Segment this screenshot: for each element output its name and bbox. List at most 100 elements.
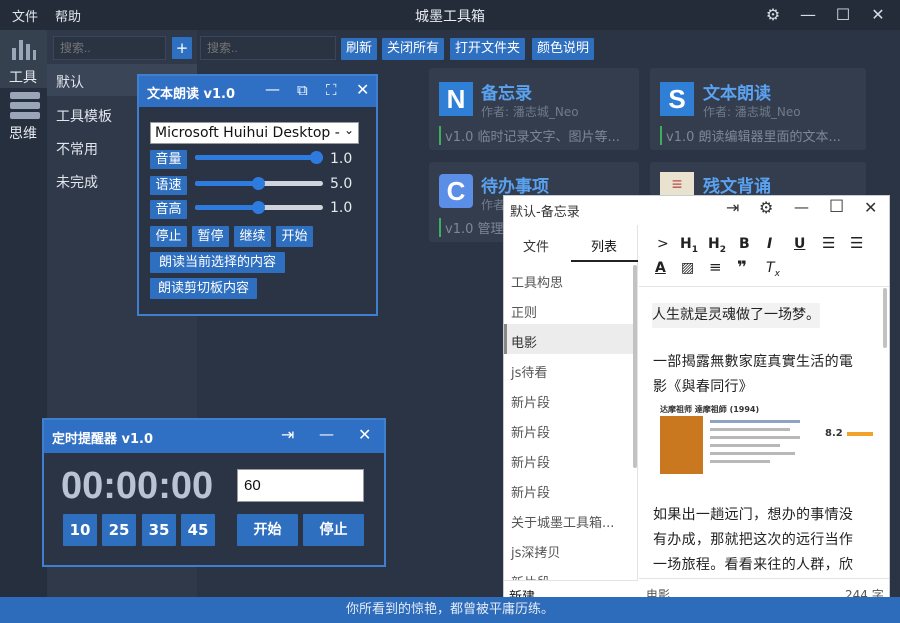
refresh-button[interactable]: 刷新 xyxy=(341,38,378,60)
close-icon[interactable]: ✕ xyxy=(358,425,371,444)
quote-icon[interactable]: ❞ xyxy=(737,258,747,278)
minimize-icon[interactable]: — xyxy=(319,425,334,443)
movie-caption: 达摩祖师 達摩祖師 (1994) xyxy=(660,405,760,414)
list-item[interactable]: 工具构思 xyxy=(511,272,563,291)
tts-stop-button[interactable]: 停止 xyxy=(150,226,187,247)
list-item[interactable]: 新片段 xyxy=(511,392,550,411)
tts-pause-button[interactable]: 暂停 xyxy=(192,226,229,247)
memo-tab-list[interactable]: 列表 xyxy=(591,236,617,255)
card-author: 作者: 潘志城_Neo xyxy=(481,105,579,119)
pin-icon[interactable]: ⇥ xyxy=(726,198,739,217)
list-item-clip: 新片段 xyxy=(504,568,634,580)
card-desc: v1.0 朗读编辑器里面的文本... xyxy=(660,126,841,145)
pin-icon[interactable]: ⇥ xyxy=(281,425,294,444)
card-author: 作者 xyxy=(481,198,506,212)
list-item[interactable]: 新片段 xyxy=(511,482,550,501)
maximize-icon[interactable]: ☐ xyxy=(829,197,844,217)
preset-button[interactable]: 45 xyxy=(181,514,215,546)
voice-select[interactable]: Microsoft Huihui Desktop - xyxy=(150,122,359,144)
blockquote-arrow-icon[interactable]: > xyxy=(657,236,669,252)
editor-line: 影《與春同行》 xyxy=(653,379,754,395)
category-item[interactable]: 未完成 xyxy=(56,172,98,192)
preset-button[interactable]: 10 xyxy=(63,514,97,546)
rail-tools-label[interactable]: 工具 xyxy=(9,67,37,87)
tts-start-button[interactable]: 开始 xyxy=(276,226,313,247)
card-title: 文本朗读 xyxy=(703,84,771,104)
category-item[interactable]: 不常用 xyxy=(56,139,98,159)
heading1-icon[interactable]: H1 xyxy=(680,236,698,255)
minimize-icon[interactable]: — xyxy=(265,80,280,98)
preset-button[interactable]: 25 xyxy=(102,514,136,546)
stack-icon xyxy=(10,92,40,119)
minimize-icon[interactable]: — xyxy=(796,4,820,26)
editor-scrollbar[interactable] xyxy=(883,288,887,348)
read-selection-button[interactable]: 朗读当前选择的内容 xyxy=(150,252,285,273)
category-item[interactable]: 工具模板 xyxy=(56,106,112,126)
movie-info-line xyxy=(710,428,790,431)
card-desc: v1.0 临时记录文字、图片等... xyxy=(439,126,620,145)
menu-help[interactable]: 帮助 xyxy=(55,6,81,25)
movie-info-line xyxy=(710,460,770,463)
slider-thumb[interactable] xyxy=(310,151,323,164)
font-color-icon[interactable]: A xyxy=(655,260,666,276)
movie-score: 8.2 xyxy=(825,428,843,439)
rail-mind-label[interactable]: 思维 xyxy=(9,123,37,143)
editor-line: 一场旅程。看看来往的人群，欣 xyxy=(653,557,854,573)
preset-button[interactable]: 35 xyxy=(142,514,176,546)
unordered-list-icon[interactable]: ☰ xyxy=(850,234,863,252)
timer-start-button[interactable]: 开始 xyxy=(237,514,298,546)
list-item[interactable]: js深拷贝 xyxy=(511,542,560,561)
fullscreen-icon[interactable]: ⛶ xyxy=(326,81,337,99)
pitch-label: 音高 xyxy=(150,200,187,219)
list-item[interactable]: 新片段 xyxy=(511,422,550,441)
list-item[interactable]: 正则 xyxy=(511,302,537,321)
settings-gear-icon[interactable]: ⚙ xyxy=(761,4,785,26)
memo-tab-file[interactable]: 文件 xyxy=(523,236,549,255)
volume-value: 1.0 xyxy=(330,151,353,167)
ordered-list-icon[interactable]: ☰ xyxy=(822,234,835,252)
maximize-icon[interactable]: ☐ xyxy=(831,4,855,26)
slider-thumb[interactable] xyxy=(252,177,265,190)
menu-file[interactable]: 文件 xyxy=(12,6,38,25)
category-search-input[interactable] xyxy=(53,36,166,60)
add-category-button[interactable]: + xyxy=(172,37,192,59)
close-all-button[interactable]: 关闭所有 xyxy=(382,38,445,60)
list-item[interactable]: 关于城墨工具箱... xyxy=(511,512,614,531)
slider-thumb[interactable] xyxy=(252,201,265,214)
editor-content[interactable]: 人生就是灵魂做了一场梦。 xyxy=(652,303,880,328)
close-icon[interactable]: ✕ xyxy=(356,80,369,99)
tts-window-title: 文本朗读 v1.0 xyxy=(147,87,236,102)
open-folder-button[interactable]: 打开文件夹 xyxy=(450,38,526,60)
settings-gear-icon[interactable]: ⚙ xyxy=(759,198,773,217)
list-item[interactable]: js待看 xyxy=(511,362,547,381)
bold-icon[interactable]: B xyxy=(739,236,750,252)
timer-minutes-input[interactable] xyxy=(237,469,364,502)
list-item[interactable]: 电影 xyxy=(511,332,537,351)
copy-icon[interactable]: ⧉ xyxy=(297,81,308,99)
card-author: 作者: 潘志城_Neo xyxy=(703,105,801,119)
heading2-icon[interactable]: H2 xyxy=(708,236,726,255)
list-item[interactable]: 新片段 xyxy=(511,452,550,471)
align-icon[interactable]: ≡ xyxy=(709,258,722,276)
close-icon[interactable]: ✕ xyxy=(864,198,877,217)
clear-format-icon[interactable]: Tx xyxy=(766,260,780,279)
read-clipboard-button[interactable]: 朗读剪切板内容 xyxy=(150,278,257,299)
minimize-icon[interactable]: — xyxy=(794,198,809,216)
list-item[interactable]: 新片段 xyxy=(511,572,550,580)
highlight-icon[interactable]: ▨ xyxy=(681,260,694,276)
timer-stop-button[interactable]: 停止 xyxy=(303,514,364,546)
close-icon[interactable]: ✕ xyxy=(866,4,890,26)
underline-icon[interactable]: U xyxy=(794,236,805,252)
movie-info-line xyxy=(710,420,800,423)
italic-icon[interactable]: I xyxy=(767,236,772,252)
list-scrollbar[interactable] xyxy=(633,265,637,468)
editor-line: 有办成，那就把这次的远行当作 xyxy=(653,532,854,548)
toolbar-divider xyxy=(639,286,889,287)
tts-resume-button[interactable]: 继续 xyxy=(234,226,271,247)
movie-stars xyxy=(847,432,873,436)
card-title: 备忘录 xyxy=(481,84,532,104)
voice-select-value: Microsoft Huihui Desktop - xyxy=(155,125,340,141)
color-help-button[interactable]: 颜色说明 xyxy=(532,38,595,60)
category-item[interactable]: 默认 xyxy=(56,72,84,92)
tool-search-input[interactable] xyxy=(200,36,336,60)
